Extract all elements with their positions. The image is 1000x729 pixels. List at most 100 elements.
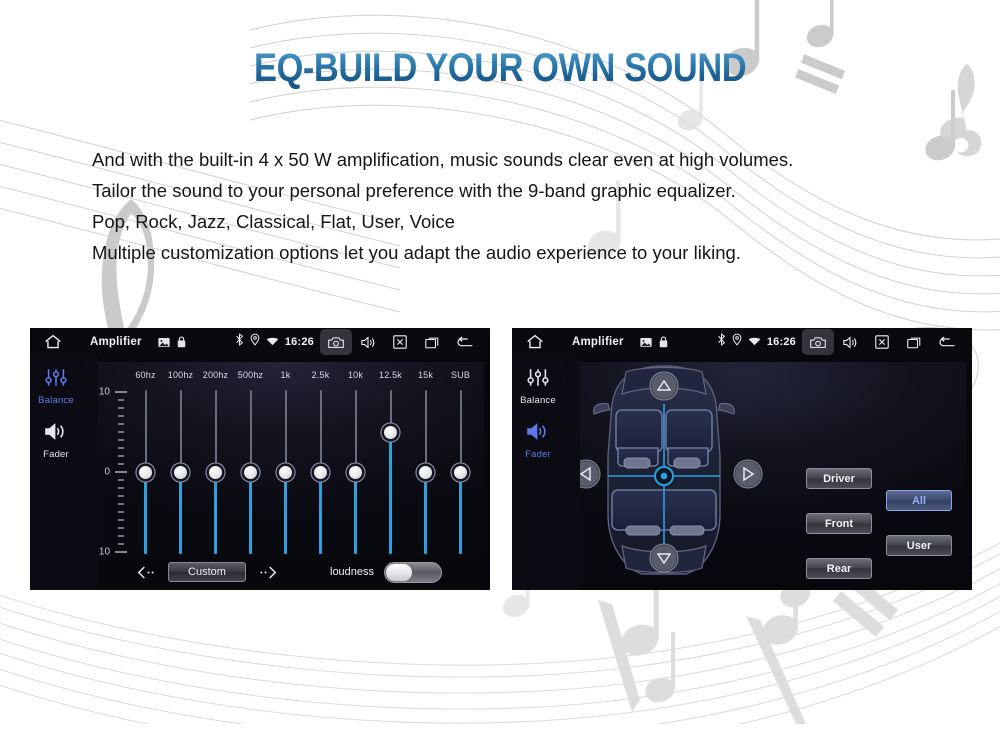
eq-band-label: 200hz xyxy=(202,370,229,380)
sidebar-item-fader[interactable]: Fader xyxy=(525,422,551,460)
copy-line: Multiple customization options let you a… xyxy=(92,242,741,263)
fader-button-group: Driver Front Rear All User xyxy=(806,370,956,579)
fader-button-user[interactable]: User xyxy=(886,535,952,556)
home-icon[interactable] xyxy=(524,331,546,353)
eq-scale: 10 0 -10 xyxy=(88,386,132,558)
close-box-icon[interactable] xyxy=(384,329,416,355)
equalizer-screen: Amplifier 16:26 Balance Fader 60hz 100hz… xyxy=(30,328,490,590)
eq-slider-15k[interactable] xyxy=(408,386,443,558)
fader-button-all[interactable]: All xyxy=(886,490,952,511)
sidebar-item-balance[interactable]: Balance xyxy=(38,368,74,406)
eq-band-label: 100hz xyxy=(167,370,194,380)
eq-knob[interactable] xyxy=(454,465,467,479)
eq-band-label: 12.5k xyxy=(378,370,403,380)
equalizer-sliders-icon xyxy=(526,368,550,392)
camera-icon[interactable] xyxy=(320,329,352,355)
fader-screen: Amplifier 16:26 Balance Fader Driver Fro… xyxy=(512,328,972,590)
eq-fill xyxy=(319,472,322,554)
status-bar: Amplifier 16:26 xyxy=(512,328,972,356)
eq-band-label: SUB xyxy=(450,370,471,380)
eq-slider-500hz[interactable] xyxy=(233,386,268,558)
image-icon xyxy=(640,337,652,348)
eq-slider-sub[interactable] xyxy=(443,386,478,558)
screen-title: Amplifier xyxy=(572,336,624,348)
eq-fill xyxy=(459,472,462,554)
back-icon[interactable] xyxy=(448,329,480,355)
eq-band-label: 500hz xyxy=(237,370,264,380)
eq-slider-100hz[interactable] xyxy=(163,386,198,558)
eq-slider-1k[interactable] xyxy=(268,386,303,558)
eq-sidebar: Balance Fader xyxy=(30,356,82,590)
bluetooth-icon xyxy=(717,333,726,351)
eq-fill xyxy=(179,472,182,554)
screen-title: Amplifier xyxy=(90,336,142,348)
recents-icon[interactable] xyxy=(898,329,930,355)
eq-band-label: 15k xyxy=(417,370,434,380)
sidebar-label-balance: Balance xyxy=(38,395,74,406)
preset-prev-button[interactable] xyxy=(136,565,160,580)
eq-band-label: 10k xyxy=(347,370,364,380)
fader-body: Balance Fader Driver Front Rear All User xyxy=(512,356,972,590)
eq-slider-2.5k[interactable] xyxy=(303,386,338,558)
description-text: And with the built-in 4 x 50 W amplifica… xyxy=(92,144,793,268)
volume-icon[interactable] xyxy=(352,329,384,355)
home-icon[interactable] xyxy=(42,331,64,353)
speaker-icon xyxy=(526,422,549,446)
back-icon[interactable] xyxy=(930,329,962,355)
eq-knob[interactable] xyxy=(244,465,257,479)
eq-slider-200hz[interactable] xyxy=(198,386,233,558)
fader-button-rear[interactable]: Rear xyxy=(806,558,872,579)
equalizer-body: Balance Fader 60hz 100hz 200hz 500hz 1k … xyxy=(30,356,490,590)
sidebar-label-balance: Balance xyxy=(520,395,556,406)
wifi-icon xyxy=(266,333,279,351)
eq-slider-12.5k[interactable] xyxy=(373,386,408,558)
eq-knob[interactable] xyxy=(384,425,397,439)
fader-button-front[interactable]: Front xyxy=(806,513,872,534)
eq-scale-label: 0 xyxy=(104,466,110,478)
preset-next-button[interactable] xyxy=(254,565,278,580)
eq-slider-10k[interactable] xyxy=(338,386,373,558)
eq-fill xyxy=(389,432,392,554)
eq-slider-60hz[interactable] xyxy=(128,386,163,558)
sidebar-item-balance[interactable]: Balance xyxy=(520,368,556,406)
close-box-icon[interactable] xyxy=(866,329,898,355)
eq-band-label: 60hz xyxy=(135,370,156,380)
eq-knob[interactable] xyxy=(174,465,187,479)
toggle-knob xyxy=(386,563,413,581)
camera-icon[interactable] xyxy=(802,329,834,355)
eq-fill xyxy=(284,472,287,554)
clock: 16:26 xyxy=(766,336,796,348)
eq-fill xyxy=(144,472,147,554)
equalizer-sliders-icon xyxy=(44,368,68,392)
eq-fill xyxy=(249,472,252,554)
sidebar-item-fader[interactable]: Fader xyxy=(43,422,69,460)
lock-icon xyxy=(177,336,186,348)
eq-band-label: 2.5k xyxy=(311,370,330,380)
speaker-icon xyxy=(44,422,67,446)
wifi-icon xyxy=(748,333,761,351)
eq-bottom-bar: Custom loudness xyxy=(76,556,484,588)
fader-panel: Driver Front Rear All User xyxy=(564,362,966,584)
eq-fill xyxy=(214,472,217,554)
eq-knob[interactable] xyxy=(314,465,327,479)
eq-knob[interactable] xyxy=(419,465,432,479)
preset-button[interactable]: Custom xyxy=(168,562,246,582)
eq-fill xyxy=(354,472,357,554)
volume-icon[interactable] xyxy=(834,329,866,355)
page-title: EQ-BUILD YOUR OWN SOUND xyxy=(253,46,747,90)
loudness-label: loudness xyxy=(330,566,375,578)
status-bar: Amplifier 16:26 xyxy=(30,328,490,356)
copy-line: And with the built-in 4 x 50 W amplifica… xyxy=(92,149,794,170)
eq-knob[interactable] xyxy=(139,465,152,479)
eq-knob[interactable] xyxy=(349,465,362,479)
location-icon xyxy=(250,333,260,351)
eq-band-labels: 60hz 100hz 200hz 500hz 1k 2.5k 10k 12.5k… xyxy=(128,370,478,384)
eq-slider-group xyxy=(128,386,478,558)
eq-knob[interactable] xyxy=(209,465,222,479)
recents-icon[interactable] xyxy=(416,329,448,355)
fader-button-driver[interactable]: Driver xyxy=(806,468,872,489)
eq-scale-label: 10 xyxy=(98,386,110,398)
eq-knob[interactable] xyxy=(279,465,292,479)
copy-line: Pop, Rock, Jazz, Classical, Flat, User, … xyxy=(92,211,455,232)
loudness-toggle[interactable] xyxy=(384,561,443,583)
